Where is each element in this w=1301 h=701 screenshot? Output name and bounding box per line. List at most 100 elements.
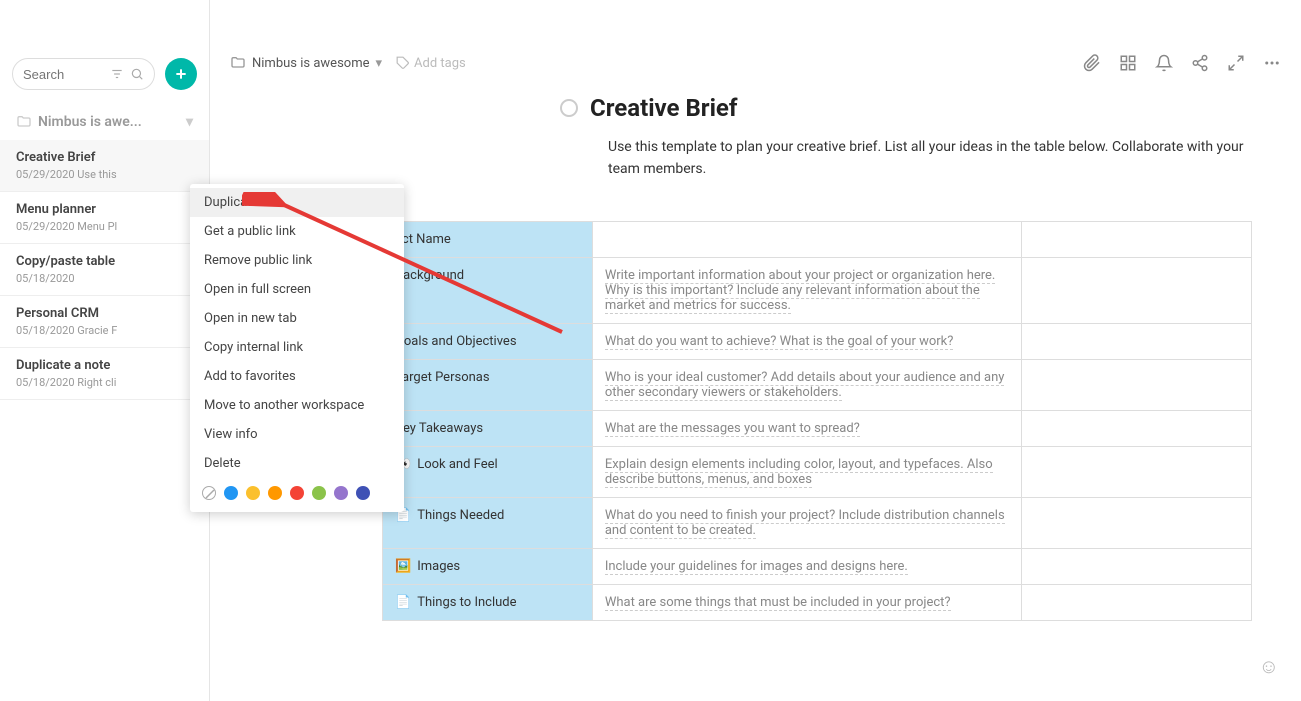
add-note-button[interactable]: [165, 58, 197, 90]
emoji-button[interactable]: ☺: [1259, 654, 1279, 679]
breadcrumb[interactable]: Nimbus is awesome ▾: [230, 55, 382, 71]
table-empty-cell[interactable]: [1022, 221, 1252, 257]
workspace-header[interactable]: Nimbus is awe... ▾: [0, 100, 209, 140]
note-meta: 05/18/2020 Gracie F: [16, 324, 193, 337]
attachment-icon[interactable]: [1083, 54, 1101, 72]
share-icon[interactable]: [1191, 54, 1209, 72]
table-label-cell[interactable]: Target Personas: [383, 359, 593, 410]
page-title: Creative Brief: [590, 94, 737, 122]
table-row: 📄Things to IncludeWhat are some things t…: [383, 584, 1252, 620]
menu-item-get-a-public-link[interactable]: Get a public link: [190, 217, 404, 246]
color-swatch[interactable]: [268, 486, 282, 500]
table-empty-cell[interactable]: [1022, 323, 1252, 359]
table-desc-cell[interactable]: What are the messages you want to spread…: [592, 410, 1021, 446]
breadcrumb-label: Nimbus is awesome: [252, 56, 369, 71]
menu-item-delete[interactable]: Delete: [190, 449, 404, 478]
color-swatch[interactable]: [356, 486, 370, 500]
note-item[interactable]: Creative Brief 05/29/2020 Use this: [0, 140, 209, 192]
search-icon[interactable]: [130, 67, 144, 81]
table-row: ect Name: [383, 221, 1252, 257]
note-list: Creative Brief 05/29/2020 Use this Menu pl…: [0, 140, 209, 701]
menu-item-open-in-new-tab[interactable]: Open in new tab: [190, 304, 404, 333]
table-empty-cell[interactable]: [1022, 257, 1252, 323]
add-tags-button[interactable]: Add tags: [396, 56, 466, 71]
menu-item-remove-public-link[interactable]: Remove public link: [190, 246, 404, 275]
color-swatch[interactable]: [312, 486, 326, 500]
note-meta: 05/18/2020 Right cli: [16, 376, 193, 389]
add-tags-label: Add tags: [414, 56, 466, 71]
table-row: Target PersonasWho is your ideal custome…: [383, 359, 1252, 410]
note-title: Menu planner: [16, 202, 193, 217]
table-label-cell[interactable]: ect Name: [383, 221, 593, 257]
color-swatch[interactable]: [290, 486, 304, 500]
note-title: Personal CRM: [16, 306, 193, 321]
table-empty-cell[interactable]: [1022, 584, 1252, 620]
search-box[interactable]: [12, 58, 155, 90]
table-empty-cell[interactable]: [1022, 359, 1252, 410]
table-empty-cell[interactable]: [1022, 410, 1252, 446]
color-swatch[interactable]: [202, 486, 216, 500]
table-row: BackgroundWrite important information ab…: [383, 257, 1252, 323]
color-swatch[interactable]: [334, 486, 348, 500]
menu-item-copy-internal-link[interactable]: Copy internal link: [190, 333, 404, 362]
table-label-cell[interactable]: 🖼️Images: [383, 548, 593, 584]
note-item[interactable]: Personal CRM 05/18/2020 Gracie F: [0, 296, 209, 348]
chevron-down-icon[interactable]: ▾: [186, 114, 193, 130]
menu-item-view-info[interactable]: View info: [190, 420, 404, 449]
table-desc-cell[interactable]: What do you want to achieve? What is the…: [592, 323, 1021, 359]
table-label-cell[interactable]: 📄Things Needed: [383, 497, 593, 548]
color-swatch[interactable]: [246, 486, 260, 500]
note-title: Copy/paste table: [16, 254, 193, 269]
checkbox-circle[interactable]: [560, 99, 578, 117]
color-swatch[interactable]: [224, 486, 238, 500]
chevron-down-icon[interactable]: ▾: [375, 56, 382, 71]
more-icon[interactable]: [1263, 54, 1281, 72]
table-row: 🖼️ImagesInclude your guidelines for imag…: [383, 548, 1252, 584]
table-desc-cell[interactable]: What do you need to finish your project?…: [592, 497, 1021, 548]
color-row: [190, 478, 404, 508]
table-empty-cell[interactable]: [1022, 497, 1252, 548]
table-desc-cell[interactable]: Write important information about your p…: [592, 257, 1021, 323]
topbar-actions: [1083, 54, 1281, 72]
note-title: Creative Brief: [16, 150, 193, 165]
table-row: 👀Look and FeelExplain design elements in…: [383, 446, 1252, 497]
context-menu: DuplicateGet a public linkRemove public …: [190, 184, 404, 512]
table-label-cell[interactable]: Key Takeaways: [383, 410, 593, 446]
doc-header: Creative Brief: [560, 94, 1261, 122]
doc-description: Use this template to plan your creative …: [608, 136, 1261, 181]
filter-icon[interactable]: [110, 67, 124, 81]
table-label-cell[interactable]: 📄Things to Include: [383, 584, 593, 620]
note-meta: 05/29/2020 Use this: [16, 168, 193, 181]
table-empty-cell[interactable]: [1022, 446, 1252, 497]
folder-icon: [230, 55, 246, 71]
topbar: Nimbus is awesome ▾ Add tags: [210, 42, 1301, 84]
menu-item-open-in-full-screen[interactable]: Open in full screen: [190, 275, 404, 304]
note-item[interactable]: Duplicate a note 05/18/2020 Right cli: [0, 348, 209, 400]
table-label-cell[interactable]: 👀Look and Feel: [383, 446, 593, 497]
search-input[interactable]: [23, 67, 110, 82]
table-label-cell[interactable]: Goals and Objectives: [383, 323, 593, 359]
note-title: Duplicate a note: [16, 358, 193, 373]
table-label-cell[interactable]: Background: [383, 257, 593, 323]
menu-item-add-to-favorites[interactable]: Add to favorites: [190, 362, 404, 391]
cell-icon: 🖼️: [395, 559, 411, 574]
table-row: Key TakeawaysWhat are the messages you w…: [383, 410, 1252, 446]
folder-icon: [16, 114, 32, 130]
grid-icon[interactable]: [1119, 54, 1137, 72]
menu-item-move-to-another-workspace[interactable]: Move to another workspace: [190, 391, 404, 420]
table-row: 📄Things NeededWhat do you need to finish…: [383, 497, 1252, 548]
table-desc-cell[interactable]: [592, 221, 1021, 257]
bell-icon[interactable]: [1155, 54, 1173, 72]
table-empty-cell[interactable]: [1022, 548, 1252, 584]
workspace-label: Nimbus is awe...: [38, 114, 142, 130]
table-desc-cell[interactable]: What are some things that must be includ…: [592, 584, 1021, 620]
table-desc-cell[interactable]: Explain design elements including color,…: [592, 446, 1021, 497]
note-item[interactable]: Menu planner05/29/2020 Menu Pl: [0, 192, 209, 244]
menu-item-duplicate[interactable]: Duplicate: [190, 188, 404, 217]
note-item[interactable]: Copy/paste table05/18/2020: [0, 244, 209, 296]
expand-icon[interactable]: [1227, 54, 1245, 72]
table-desc-cell[interactable]: Include your guidelines for images and d…: [592, 548, 1021, 584]
brief-table: ect NameBackgroundWrite important inform…: [382, 221, 1252, 621]
sidebar: Nimbus is awe... ▾ Creative Brief 05/29/2…: [0, 0, 210, 701]
table-desc-cell[interactable]: Who is your ideal customer? Add details …: [592, 359, 1021, 410]
